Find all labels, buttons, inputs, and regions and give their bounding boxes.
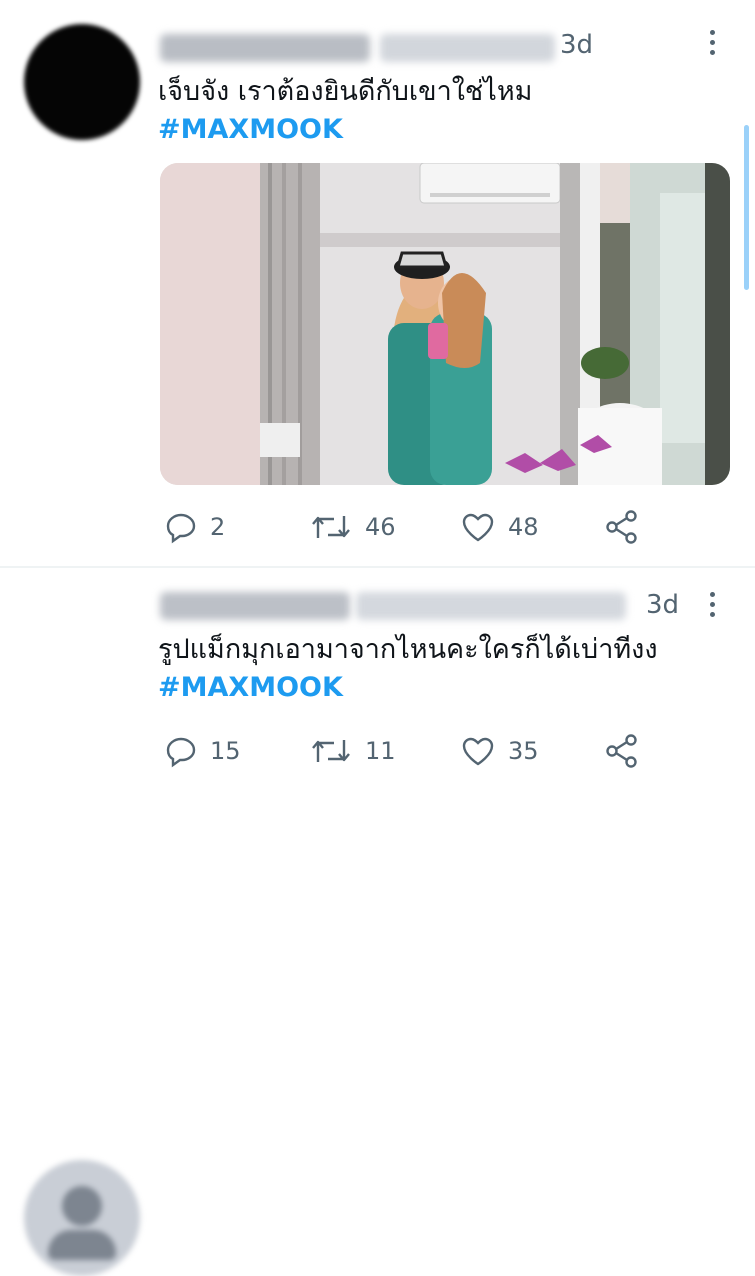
more-icon[interactable] — [710, 592, 716, 622]
retweet-button[interactable]: 11 — [309, 733, 396, 769]
share-icon — [606, 734, 637, 768]
tweet-photo[interactable] — [160, 163, 730, 485]
author-handle-blurred — [356, 592, 626, 620]
tweet-2[interactable]: 3d รูปแม็กมุกเอามาจากไหนคะใครก็ได้เบ่าที… — [0, 568, 755, 1276]
scrollbar[interactable] — [744, 125, 749, 290]
avatar[interactable] — [24, 1160, 140, 1276]
like-icon — [462, 513, 494, 542]
avatar[interactable] — [24, 24, 140, 140]
reply-icon — [166, 737, 196, 768]
hashtag-link[interactable]: #MAXMOOK — [158, 672, 343, 703]
like-count: 48 — [508, 513, 539, 541]
like-icon — [462, 737, 494, 766]
like-button[interactable]: 48 — [460, 509, 539, 545]
tweet-text: เจ็บจัง เราต้องยินดีกับเขาใช่ไหม — [158, 76, 533, 107]
share-icon — [606, 510, 637, 544]
tweet-1[interactable]: 3d เจ็บจัง เราต้องยินดีกับเขาใช่ไหม #MAX… — [0, 0, 755, 566]
more-icon[interactable] — [710, 30, 716, 60]
retweet-count: 11 — [365, 737, 396, 765]
tweet-text: รูปแม็กมุกเอามาจากไหนคะใครก็ได้เบ่าทีงง — [158, 634, 658, 665]
tweet-time[interactable]: 3d — [646, 590, 679, 620]
retweet-count: 46 — [365, 513, 396, 541]
reply-count: 2 — [210, 513, 226, 541]
author-handle-blurred — [380, 34, 555, 62]
share-button[interactable] — [604, 509, 640, 545]
tweet-time-label: 3d — [560, 30, 594, 60]
reply-button[interactable]: 15 — [164, 733, 241, 769]
hashtag-link[interactable]: #MAXMOOK — [158, 114, 343, 145]
author-name-blurred[interactable] — [160, 592, 350, 620]
reply-icon — [166, 513, 196, 544]
photo-illustration — [160, 163, 730, 485]
like-count: 35 — [508, 737, 539, 765]
reply-count: 15 — [210, 737, 241, 765]
like-button[interactable]: 35 — [460, 733, 539, 769]
retweet-icon — [312, 740, 350, 762]
retweet-icon — [312, 516, 350, 538]
tweet-time[interactable]: 3d — [560, 30, 593, 60]
author-name-blurred[interactable] — [160, 34, 370, 62]
reply-button[interactable]: 2 — [164, 509, 225, 545]
retweet-button[interactable]: 46 — [309, 509, 396, 545]
tweet-time-label: 3d — [646, 590, 680, 620]
share-button[interactable] — [604, 733, 640, 769]
